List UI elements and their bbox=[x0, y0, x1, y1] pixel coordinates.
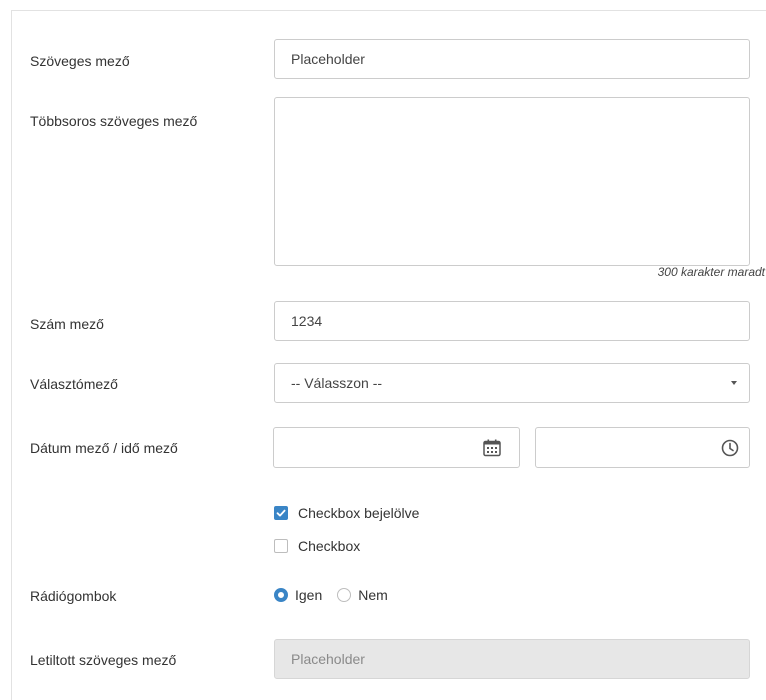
checkbox-unchecked-label: Checkbox bbox=[298, 538, 361, 554]
time-input[interactable] bbox=[535, 427, 750, 468]
disabled-field-input: Placeholder bbox=[274, 639, 750, 679]
text-field-input[interactable]: Placeholder bbox=[274, 39, 750, 79]
radio-yes-label: Igen bbox=[295, 587, 323, 603]
select-field[interactable]: -- Válasszon -- bbox=[274, 363, 750, 403]
checkbox-unchecked-row[interactable]: Checkbox bbox=[274, 538, 360, 554]
number-field-input[interactable]: 1234 bbox=[274, 301, 750, 341]
textarea-label: Többsoros szöveges mező bbox=[30, 113, 198, 129]
radio-group: Igen Nem bbox=[274, 587, 388, 603]
check-icon bbox=[276, 509, 286, 517]
textarea-counter: 300 karakter maradt bbox=[657, 265, 765, 279]
select-value: -- Válasszon -- bbox=[291, 375, 383, 391]
select-label: Választómező bbox=[30, 376, 118, 392]
radio-no-label: Nem bbox=[358, 587, 388, 603]
disabled-field-label: Letiltott szöveges mező bbox=[30, 652, 177, 668]
textarea-input[interactable] bbox=[274, 97, 750, 266]
checkbox-checked-row[interactable]: Checkbox bejelölve bbox=[274, 505, 419, 521]
number-field-label: Szám mező bbox=[30, 316, 104, 332]
checkbox-unchecked[interactable] bbox=[274, 539, 288, 553]
calendar-icon[interactable] bbox=[482, 438, 502, 458]
clock-icon[interactable] bbox=[720, 438, 740, 458]
text-field-label: Szöveges mező bbox=[30, 53, 130, 69]
radio-no[interactable] bbox=[337, 588, 352, 602]
datetime-label: Dátum mező / idő mező bbox=[30, 440, 178, 456]
checkbox-checked[interactable] bbox=[274, 506, 288, 520]
caret-down-icon bbox=[731, 381, 737, 385]
checkbox-checked-label: Checkbox bejelölve bbox=[298, 505, 420, 521]
radio-label: Rádiógombok bbox=[30, 588, 117, 604]
radio-yes[interactable] bbox=[274, 588, 288, 602]
date-input[interactable] bbox=[273, 427, 520, 468]
